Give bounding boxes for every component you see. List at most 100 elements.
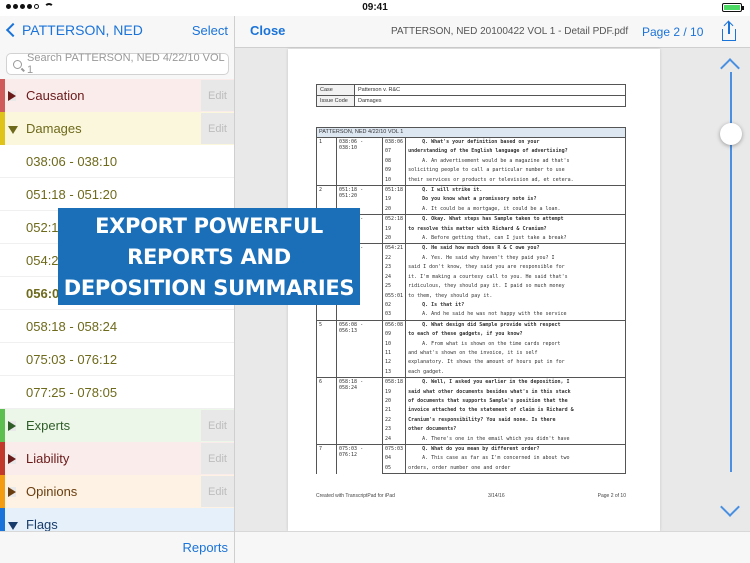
line-number: 24 [381, 272, 407, 283]
transcript-text: A. Before getting that, can I just take … [405, 234, 626, 244]
excerpt-range: 075:03 - 076:12 [336, 443, 383, 474]
line-number: 04 [381, 454, 407, 464]
line-number: 22 [381, 253, 407, 264]
case-info-key: Issue Code [316, 95, 355, 107]
excerpt-list-item[interactable]: 075:03 - 076:12 [0, 343, 234, 376]
line-number: 23 [381, 263, 407, 273]
transcript-text: A. Yes. He said why haven't they paid yo… [405, 253, 626, 264]
promo-banner: EXPORT POWERFUL REPORTS AND DEPOSITION S… [58, 208, 360, 305]
issue-category-opinions[interactable]: Opinions Edit [0, 475, 234, 508]
search-placeholder: Search PATTERSON, NED 4/22/10 VOL 1 [27, 52, 225, 76]
excerpt-range-label: 052:1 [26, 219, 59, 235]
excerpt-list-item[interactable]: 051:18 - 051:20 [0, 178, 234, 211]
issue-category-damages[interactable]: Damages Edit [0, 112, 234, 145]
transcript-text: explanatory. It shows the amount of hour… [405, 358, 626, 368]
line-number: 20 [381, 396, 407, 407]
excerpt-line-row: 4054:21 - 055:03054:21Q. He said how muc… [316, 243, 626, 321]
disclosure-down-icon[interactable] [8, 522, 18, 530]
transcript-text: their services or products or television… [405, 175, 626, 186]
status-time: 09:41 [362, 2, 388, 13]
edit-issue-button[interactable]: Edit [201, 443, 234, 474]
disclosure-right-icon[interactable] [8, 487, 16, 497]
excerpt-range-label: 054:2 [26, 252, 59, 268]
excerpt-range-label: 038:06 - 038:10 [26, 153, 118, 169]
transcript-text: ridiculous, they should pay it. I paid s… [405, 282, 626, 292]
transcript-text: orders, order number one and order [405, 463, 626, 475]
transcript-text: other documents? [405, 425, 626, 435]
share-icon[interactable] [722, 20, 736, 41]
select-button[interactable]: Select [192, 23, 228, 38]
reports-button[interactable]: Reports [182, 540, 228, 555]
excerpt-range: 056:08 - 056:13 [336, 319, 383, 378]
status-bar: 09:41 [0, 0, 750, 16]
line-number: 056:08 [381, 319, 407, 331]
line-number: 05 [381, 463, 407, 475]
page-scrubber-handle[interactable] [720, 123, 742, 145]
back-button[interactable]: PATTERSON, NED [5, 22, 143, 38]
page-down-chevron-icon[interactable] [720, 497, 740, 517]
line-number: 09 [381, 166, 407, 176]
excerpt-number: 5 [316, 319, 337, 378]
transcript-text: to resolve this matter with Richard & Cr… [405, 224, 626, 235]
banner-line-3: DEPOSITION SUMMARIES [63, 276, 355, 300]
excerpt-line-row: 5 056:08 - 056:13 056:08 Q. What design did… [316, 319, 626, 378]
transcript-text: Q. What design did Sample provide with r… [405, 319, 626, 331]
transcript-text: Q. Is that it? [405, 300, 626, 311]
issue-category-liability[interactable]: Liability Edit [0, 442, 234, 475]
line-number: 08 [381, 156, 407, 167]
line-number: 22 [381, 415, 407, 426]
disclosure-right-icon[interactable] [8, 91, 16, 101]
excerpt-list-item[interactable]: 038:06 - 038:10 [0, 145, 234, 178]
excerpt-number: 1 [316, 136, 337, 186]
line-number: 055:01 [381, 291, 407, 301]
excerpt-range-label: 058:18 - 058:24 [26, 318, 118, 334]
transcript-text: understanding of the English language of… [405, 147, 626, 157]
banner-line-1: EXPORT POWERFUL [95, 214, 323, 238]
disclosure-down-icon[interactable] [8, 126, 18, 134]
issue-category-label: Experts [26, 418, 71, 433]
transcript-text: to them, they should pay it. [405, 291, 626, 301]
excerpt-list-item[interactable]: 077:25 - 078:05 [0, 376, 234, 409]
issue-color-bar [0, 112, 5, 145]
close-button[interactable]: Close [250, 23, 285, 38]
transcript-text: to each of these gadgets, if you know? [405, 330, 626, 340]
disclosure-right-icon[interactable] [8, 421, 16, 431]
issue-category-label: Liability [26, 451, 70, 466]
page-indicator[interactable]: Page 2 / 10 [642, 25, 703, 39]
search-icon [13, 59, 22, 69]
search-input[interactable]: Search PATTERSON, NED 4/22/10 VOL 1 [6, 52, 229, 76]
issue-color-bar [0, 475, 5, 508]
excerpt-line-row: 2 051:18 - 051:20 051:18 Q. I will strike i… [316, 185, 626, 215]
transcript-text: A. This case as far as I'm concerned in … [405, 454, 626, 464]
pdf-footer-left: Created with TranscriptPad for iPad [316, 493, 395, 499]
transcript-text: of documents that supports Sample's posi… [405, 396, 626, 407]
edit-issue-button[interactable]: Edit [201, 476, 234, 507]
excerpt-range-label: 056:0 [26, 285, 60, 301]
line-number: 20 [381, 204, 407, 215]
line-number: 19 [381, 387, 407, 397]
edit-issue-button[interactable]: Edit [201, 410, 234, 441]
line-number: 13 [381, 367, 407, 378]
transcript-text: said what other documents besides what's… [405, 387, 626, 397]
issue-category-experts[interactable]: Experts Edit [0, 409, 234, 442]
line-number: 19 [381, 224, 407, 235]
transcript-text: A. An advertisement would be a magazine … [405, 156, 626, 167]
transcript-text: Q. I will strike it. [405, 185, 626, 196]
disclosure-right-icon[interactable] [8, 454, 16, 464]
issue-category-label: Causation [26, 88, 85, 103]
edit-issue-button[interactable]: Edit [201, 80, 234, 111]
sidebar-nav-bar: PATTERSON, NED Select [0, 16, 234, 48]
line-number: 11 [381, 348, 407, 359]
excerpt-line-row: 1 038:06 - 038:10 038:06 Q. What's your def… [316, 136, 626, 186]
issue-list: Causation Edit Damages Edit 038:06 - 038:10 0… [0, 79, 234, 541]
pdf-footer: Created with TranscriptPad for iPad 3/14… [316, 493, 626, 499]
issue-category-causation[interactable]: Causation Edit [0, 79, 234, 112]
line-number: 07 [381, 147, 407, 157]
case-info-row: Issue Code Damages [316, 95, 626, 107]
chevron-left-icon [5, 22, 21, 38]
excerpt-range: 058:18 - 058:24 [336, 377, 383, 445]
edit-issue-button[interactable]: Edit [201, 113, 234, 144]
excerpt-list-item[interactable]: 058:18 - 058:24 [0, 310, 234, 343]
excerpt-number: 6 [316, 377, 337, 445]
transcript-text: Q. What's your definition based on your [405, 137, 626, 148]
